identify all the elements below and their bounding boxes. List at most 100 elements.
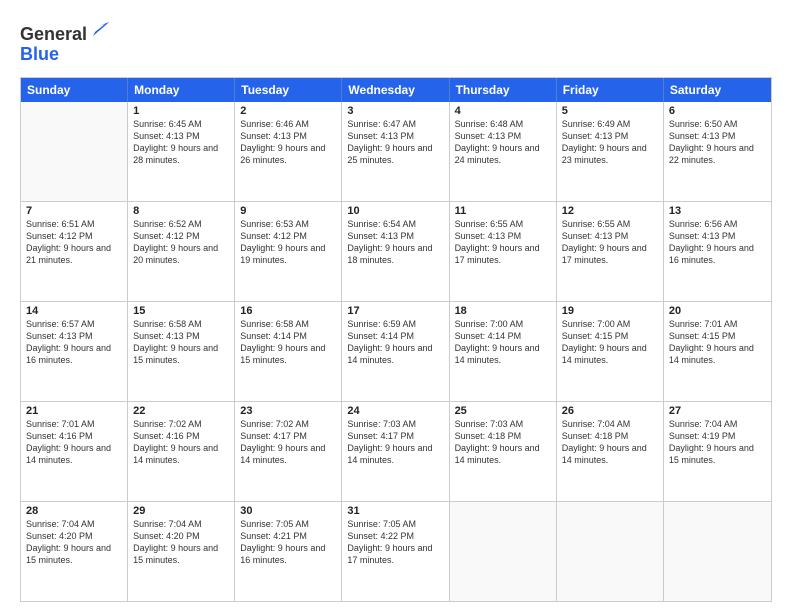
day-cell: 7Sunrise: 6:51 AMSunset: 4:12 PMDaylight… xyxy=(21,202,128,301)
day-info: Sunrise: 7:04 AMSunset: 4:20 PMDaylight:… xyxy=(26,518,122,567)
logo: General Blue xyxy=(20,18,111,65)
day-info: Sunrise: 6:50 AMSunset: 4:13 PMDaylight:… xyxy=(669,118,766,167)
day-info: Sunrise: 7:00 AMSunset: 4:14 PMDaylight:… xyxy=(455,318,551,367)
header: General Blue xyxy=(20,18,772,65)
day-info: Sunrise: 6:51 AMSunset: 4:12 PMDaylight:… xyxy=(26,218,122,267)
day-header-saturday: Saturday xyxy=(664,78,771,102)
day-header-tuesday: Tuesday xyxy=(235,78,342,102)
day-cell: 23Sunrise: 7:02 AMSunset: 4:17 PMDayligh… xyxy=(235,402,342,501)
day-cell: 9Sunrise: 6:53 AMSunset: 4:12 PMDaylight… xyxy=(235,202,342,301)
day-number: 3 xyxy=(347,105,443,117)
day-info: Sunrise: 6:54 AMSunset: 4:13 PMDaylight:… xyxy=(347,218,443,267)
day-info: Sunrise: 6:57 AMSunset: 4:13 PMDaylight:… xyxy=(26,318,122,367)
day-number: 2 xyxy=(240,105,336,117)
day-cell xyxy=(557,502,664,601)
day-info: Sunrise: 6:55 AMSunset: 4:13 PMDaylight:… xyxy=(455,218,551,267)
day-headers: SundayMondayTuesdayWednesdayThursdayFrid… xyxy=(21,78,771,102)
day-info: Sunrise: 7:05 AMSunset: 4:21 PMDaylight:… xyxy=(240,518,336,567)
day-number: 10 xyxy=(347,205,443,217)
day-cell: 15Sunrise: 6:58 AMSunset: 4:13 PMDayligh… xyxy=(128,302,235,401)
day-number: 28 xyxy=(26,505,122,517)
day-number: 15 xyxy=(133,305,229,317)
day-cell: 2Sunrise: 6:46 AMSunset: 4:13 PMDaylight… xyxy=(235,102,342,201)
day-cell: 5Sunrise: 6:49 AMSunset: 4:13 PMDaylight… xyxy=(557,102,664,201)
day-cell: 31Sunrise: 7:05 AMSunset: 4:22 PMDayligh… xyxy=(342,502,449,601)
day-cell xyxy=(450,502,557,601)
day-info: Sunrise: 6:53 AMSunset: 4:12 PMDaylight:… xyxy=(240,218,336,267)
week-row-3: 14Sunrise: 6:57 AMSunset: 4:13 PMDayligh… xyxy=(21,301,771,401)
day-number: 16 xyxy=(240,305,336,317)
day-info: Sunrise: 6:55 AMSunset: 4:13 PMDaylight:… xyxy=(562,218,658,267)
day-cell: 6Sunrise: 6:50 AMSunset: 4:13 PMDaylight… xyxy=(664,102,771,201)
day-cell xyxy=(21,102,128,201)
day-number: 26 xyxy=(562,405,658,417)
day-cell: 13Sunrise: 6:56 AMSunset: 4:13 PMDayligh… xyxy=(664,202,771,301)
day-cell: 28Sunrise: 7:04 AMSunset: 4:20 PMDayligh… xyxy=(21,502,128,601)
day-number: 17 xyxy=(347,305,443,317)
day-cell: 18Sunrise: 7:00 AMSunset: 4:14 PMDayligh… xyxy=(450,302,557,401)
day-info: Sunrise: 7:03 AMSunset: 4:17 PMDaylight:… xyxy=(347,418,443,467)
day-number: 9 xyxy=(240,205,336,217)
day-header-wednesday: Wednesday xyxy=(342,78,449,102)
day-header-thursday: Thursday xyxy=(450,78,557,102)
day-cell: 17Sunrise: 6:59 AMSunset: 4:14 PMDayligh… xyxy=(342,302,449,401)
day-number: 14 xyxy=(26,305,122,317)
day-info: Sunrise: 6:45 AMSunset: 4:13 PMDaylight:… xyxy=(133,118,229,167)
day-cell: 19Sunrise: 7:00 AMSunset: 4:15 PMDayligh… xyxy=(557,302,664,401)
day-number: 18 xyxy=(455,305,551,317)
day-cell: 11Sunrise: 6:55 AMSunset: 4:13 PMDayligh… xyxy=(450,202,557,301)
logo-bird-icon xyxy=(89,18,111,40)
day-info: Sunrise: 6:58 AMSunset: 4:14 PMDaylight:… xyxy=(240,318,336,367)
day-number: 27 xyxy=(669,405,766,417)
day-cell: 10Sunrise: 6:54 AMSunset: 4:13 PMDayligh… xyxy=(342,202,449,301)
day-number: 1 xyxy=(133,105,229,117)
calendar: SundayMondayTuesdayWednesdayThursdayFrid… xyxy=(20,77,772,602)
day-number: 31 xyxy=(347,505,443,517)
day-cell: 14Sunrise: 6:57 AMSunset: 4:13 PMDayligh… xyxy=(21,302,128,401)
day-number: 7 xyxy=(26,205,122,217)
day-number: 29 xyxy=(133,505,229,517)
day-cell: 26Sunrise: 7:04 AMSunset: 4:18 PMDayligh… xyxy=(557,402,664,501)
day-cell: 29Sunrise: 7:04 AMSunset: 4:20 PMDayligh… xyxy=(128,502,235,601)
day-info: Sunrise: 7:02 AMSunset: 4:16 PMDaylight:… xyxy=(133,418,229,467)
week-row-5: 28Sunrise: 7:04 AMSunset: 4:20 PMDayligh… xyxy=(21,501,771,601)
day-number: 6 xyxy=(669,105,766,117)
day-number: 30 xyxy=(240,505,336,517)
day-number: 21 xyxy=(26,405,122,417)
day-number: 24 xyxy=(347,405,443,417)
day-number: 22 xyxy=(133,405,229,417)
day-info: Sunrise: 7:03 AMSunset: 4:18 PMDaylight:… xyxy=(455,418,551,467)
week-row-4: 21Sunrise: 7:01 AMSunset: 4:16 PMDayligh… xyxy=(21,401,771,501)
day-number: 4 xyxy=(455,105,551,117)
week-row-2: 7Sunrise: 6:51 AMSunset: 4:12 PMDaylight… xyxy=(21,201,771,301)
day-cell: 4Sunrise: 6:48 AMSunset: 4:13 PMDaylight… xyxy=(450,102,557,201)
day-cell: 21Sunrise: 7:01 AMSunset: 4:16 PMDayligh… xyxy=(21,402,128,501)
day-info: Sunrise: 6:46 AMSunset: 4:13 PMDaylight:… xyxy=(240,118,336,167)
day-info: Sunrise: 7:01 AMSunset: 4:16 PMDaylight:… xyxy=(26,418,122,467)
day-cell: 12Sunrise: 6:55 AMSunset: 4:13 PMDayligh… xyxy=(557,202,664,301)
day-info: Sunrise: 6:59 AMSunset: 4:14 PMDaylight:… xyxy=(347,318,443,367)
day-info: Sunrise: 7:00 AMSunset: 4:15 PMDaylight:… xyxy=(562,318,658,367)
day-cell: 3Sunrise: 6:47 AMSunset: 4:13 PMDaylight… xyxy=(342,102,449,201)
day-number: 20 xyxy=(669,305,766,317)
day-cell: 27Sunrise: 7:04 AMSunset: 4:19 PMDayligh… xyxy=(664,402,771,501)
day-cell: 22Sunrise: 7:02 AMSunset: 4:16 PMDayligh… xyxy=(128,402,235,501)
logo-general: General xyxy=(20,24,87,44)
day-cell: 30Sunrise: 7:05 AMSunset: 4:21 PMDayligh… xyxy=(235,502,342,601)
week-row-1: 1Sunrise: 6:45 AMSunset: 4:13 PMDaylight… xyxy=(21,102,771,201)
day-cell: 16Sunrise: 6:58 AMSunset: 4:14 PMDayligh… xyxy=(235,302,342,401)
day-cell: 1Sunrise: 6:45 AMSunset: 4:13 PMDaylight… xyxy=(128,102,235,201)
day-number: 5 xyxy=(562,105,658,117)
day-number: 23 xyxy=(240,405,336,417)
day-info: Sunrise: 7:04 AMSunset: 4:20 PMDaylight:… xyxy=(133,518,229,567)
day-cell: 20Sunrise: 7:01 AMSunset: 4:15 PMDayligh… xyxy=(664,302,771,401)
day-cell: 8Sunrise: 6:52 AMSunset: 4:12 PMDaylight… xyxy=(128,202,235,301)
day-info: Sunrise: 6:48 AMSunset: 4:13 PMDaylight:… xyxy=(455,118,551,167)
day-info: Sunrise: 6:56 AMSunset: 4:13 PMDaylight:… xyxy=(669,218,766,267)
day-info: Sunrise: 6:49 AMSunset: 4:13 PMDaylight:… xyxy=(562,118,658,167)
day-header-sunday: Sunday xyxy=(21,78,128,102)
day-info: Sunrise: 7:04 AMSunset: 4:19 PMDaylight:… xyxy=(669,418,766,467)
day-number: 13 xyxy=(669,205,766,217)
day-cell: 25Sunrise: 7:03 AMSunset: 4:18 PMDayligh… xyxy=(450,402,557,501)
day-cell xyxy=(664,502,771,601)
